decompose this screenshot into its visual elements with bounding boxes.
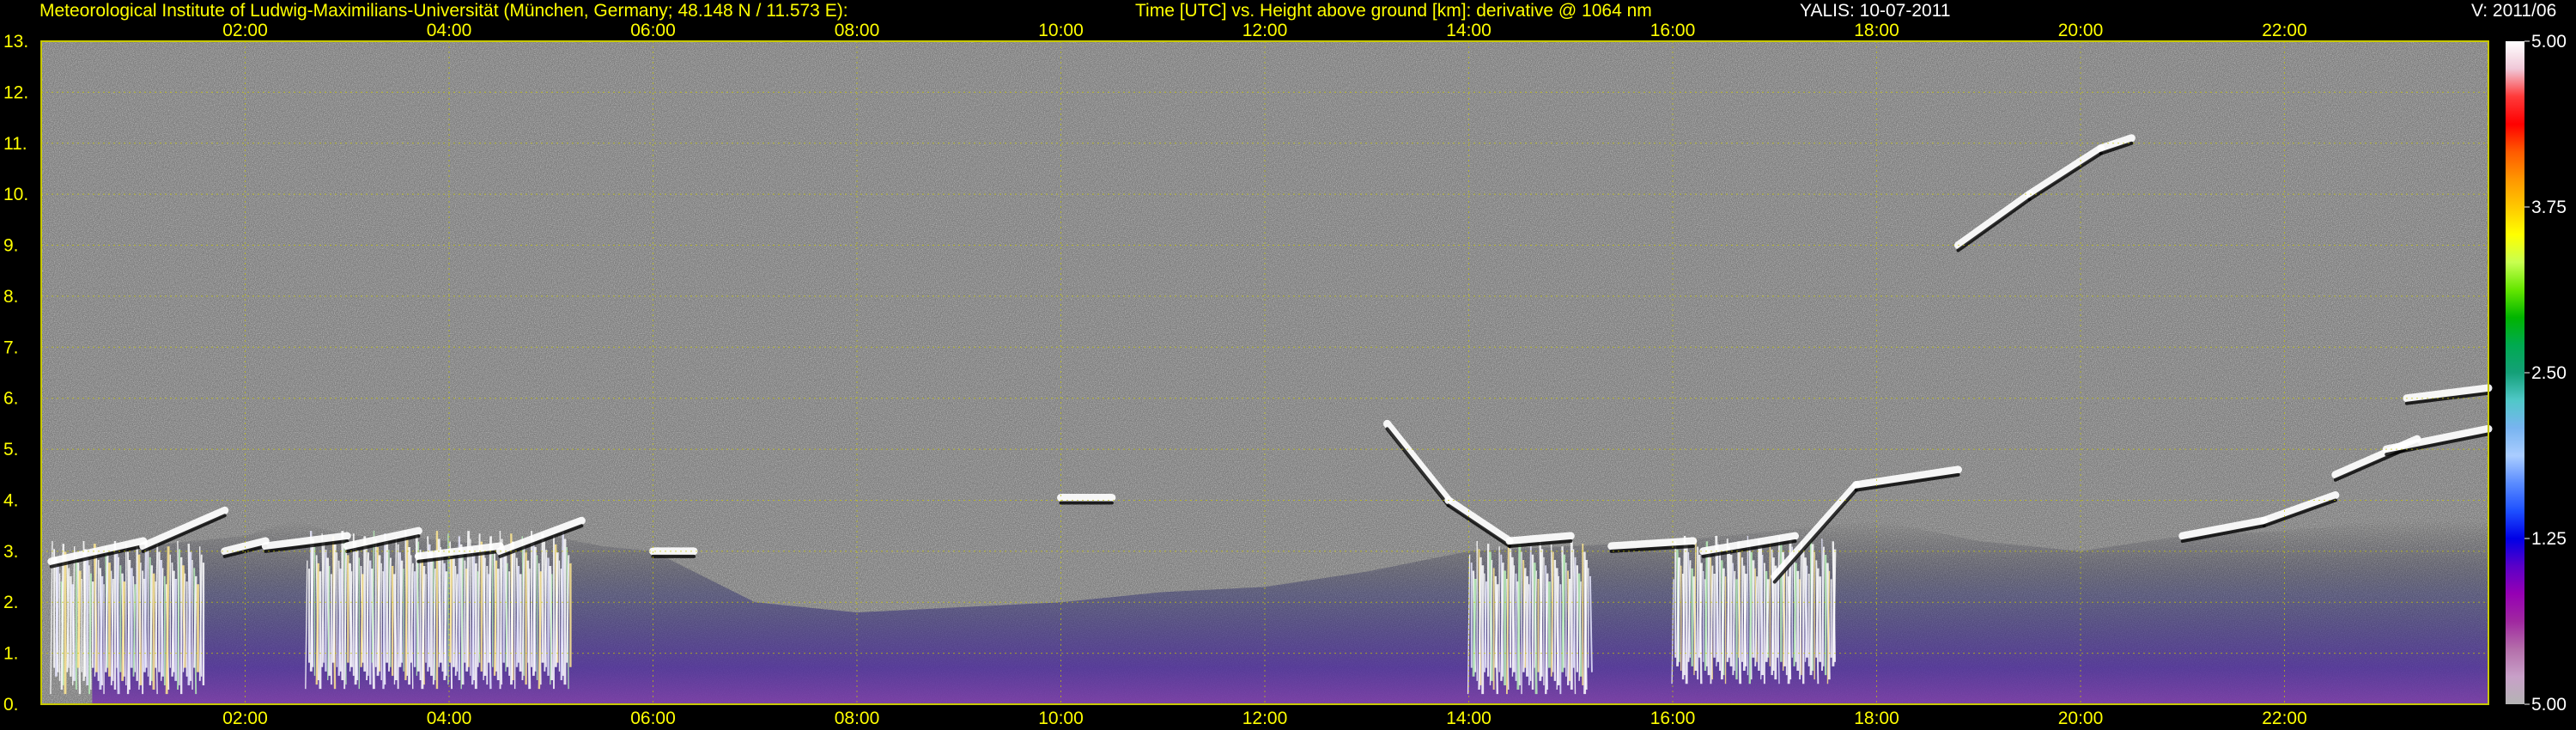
x-tick-label-bottom: 12:00: [1242, 709, 1288, 728]
precip-streak: [354, 550, 359, 685]
y-tick-label: 13.: [3, 32, 28, 52]
precip-streak: [143, 540, 148, 672]
colorbar-bar: [2506, 41, 2524, 704]
colorbar: 5.00 3.75 2.50 1.25 5.00: [2506, 32, 2567, 715]
precip-streak: [331, 544, 337, 663]
y-tick-label: 0.: [3, 695, 19, 715]
precip-streak: [1742, 574, 1747, 672]
precip-streak: [398, 560, 404, 667]
plot-area: [40, 40, 2493, 705]
y-tick-label: 10.: [3, 185, 28, 204]
x-tick-label-top: 06:00: [630, 21, 676, 40]
x-tick-label-bottom: 18:00: [1854, 709, 1899, 728]
x-tick-label-bottom: 02:00: [222, 709, 268, 728]
precip-streak: [121, 581, 126, 681]
precip-streak: [488, 536, 493, 663]
x-tick-label-top: 02:00: [222, 21, 268, 40]
precip-streak: [443, 571, 448, 681]
x-tick-label-top: 10:00: [1038, 21, 1084, 40]
precip-streak: [421, 565, 426, 690]
y-axis-ticks: 0. 1. 2. 3. 4. 5. 6. 7. 8. 9. 10. 11. 12. 13.: [3, 32, 28, 715]
y-tick-label: 3.: [3, 542, 19, 562]
x-tick-label-bottom: 10:00: [1038, 709, 1084, 728]
y-tick-label: 2.: [3, 593, 19, 612]
precip-streak: [1698, 563, 1703, 658]
precip-streak: [54, 565, 59, 677]
x-tick-label-top: 08:00: [835, 21, 880, 40]
x-tick-label-top: 16:00: [1650, 21, 1696, 40]
precip-streak: [165, 546, 170, 695]
precip-streak: [1539, 549, 1544, 681]
x-tick-label-bottom: 08:00: [835, 709, 880, 728]
x-tick-label-bottom: 06:00: [630, 709, 676, 728]
precip-streak: [1516, 544, 1522, 690]
y-tick-label: 6.: [3, 389, 19, 409]
precip-streak: [554, 552, 559, 667]
y-tick-label: 1.: [3, 644, 19, 664]
x-tick-label-bottom: 16:00: [1650, 709, 1696, 728]
precip-streak: [1676, 557, 1681, 666]
precip-streak: [1472, 578, 1477, 677]
precip-streak: [1765, 579, 1770, 662]
colorbar-tick-label: 3.75: [2531, 198, 2567, 217]
y-tick-label: 8.: [3, 287, 19, 307]
y-tick-label: 5.: [3, 440, 19, 459]
y-tick-label: 4.: [3, 490, 19, 510]
precip-streak: [309, 538, 314, 672]
x-tick-label-bottom: 04:00: [427, 709, 472, 728]
x-tick-label-bottom: 14:00: [1446, 709, 1492, 728]
y-tick-label: 11.: [3, 134, 27, 154]
x-tick-label-top: 18:00: [1854, 21, 1899, 40]
colorbar-tick-label: 2.50: [2531, 363, 2567, 383]
lidar-chart: 0. 1. 2. 3. 4. 5. 6. 7. 8. 9. 10. 11. 12. 13. 02:00 04…: [3, 21, 2567, 728]
precip-streak: [1832, 549, 1837, 666]
x-tick-label-top: 20:00: [2058, 21, 2104, 40]
x-axis-top-ticks: 02:00 04:00 06:00 08:00 10:00 12:00 14:00 16:00…: [222, 21, 2307, 40]
x-axis-bottom-ticks: 02:00 04:00 06:00 08:00 10:00 12:00 14:00 16:00…: [222, 709, 2307, 728]
x-tick-label-top: 04:00: [427, 21, 472, 40]
x-tick-label-bottom: 20:00: [2058, 709, 2104, 728]
colorbar-tick-label: 1.25: [2531, 529, 2567, 549]
precip-streak: [376, 555, 381, 676]
precip-streak: [1720, 568, 1725, 680]
y-tick-label: 9.: [3, 236, 19, 256]
colorbar-tick-label: 5.00: [2531, 32, 2567, 52]
x-tick-label-top: 14:00: [1446, 21, 1492, 40]
colorbar-tick-label: 5.00: [2531, 695, 2567, 715]
y-tick-label: 7.: [3, 338, 19, 357]
precip-streak: [1809, 544, 1814, 676]
precip-streak: [1561, 554, 1566, 672]
precip-streak: [1583, 559, 1589, 695]
x-tick-label-top: 22:00: [2262, 21, 2307, 40]
precip-streak: [510, 541, 514, 685]
x-tick-label-top: 12:00: [1242, 21, 1288, 40]
x-tick-label-bottom: 22:00: [2262, 709, 2307, 728]
precip-streak: [1494, 584, 1499, 668]
precip-streak: [532, 546, 537, 676]
y-tick-label: 12.: [3, 82, 28, 102]
precip-streak: [187, 551, 192, 685]
precip-streak: [99, 575, 104, 690]
